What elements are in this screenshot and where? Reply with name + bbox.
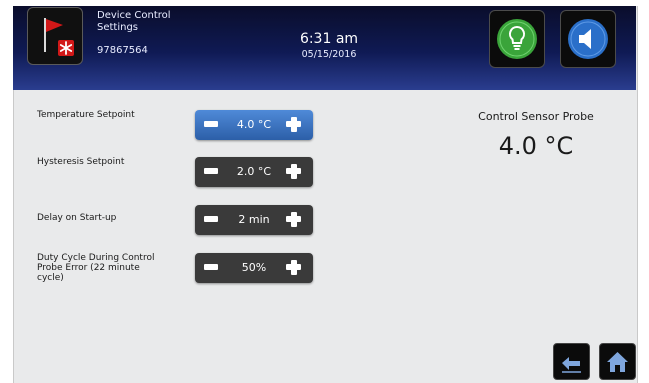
sensor-reading: 4.0 °C (498, 132, 574, 160)
increase-button-vertical[interactable] (291, 164, 297, 179)
decrease-button[interactable] (204, 121, 218, 127)
delay-on-startup-control[interactable]: 2 min (195, 205, 313, 235)
clock-date: 05/15/2016 (301, 49, 357, 60)
decrease-button[interactable] (204, 216, 218, 222)
device-id: 97867564 (97, 45, 148, 56)
light-button[interactable] (489, 10, 545, 68)
speaker-icon (568, 19, 608, 59)
delay-on-startup-value: 2 min (238, 213, 270, 226)
sensor-title: Control Sensor Probe (478, 110, 594, 123)
increase-button-vertical[interactable] (291, 117, 297, 132)
delay-on-startup-label: Delay on Start-up (37, 213, 117, 223)
home-button[interactable] (599, 343, 636, 380)
back-button[interactable] (553, 343, 590, 380)
temperature-setpoint-label: Temperature Setpoint (37, 110, 135, 120)
decrease-button[interactable] (204, 168, 218, 174)
increase-button-vertical[interactable] (291, 212, 297, 227)
home-icon (607, 352, 628, 372)
back-arrow-icon (562, 357, 581, 373)
sound-button[interactable] (560, 10, 616, 68)
duty-cycle-control[interactable]: 50% (195, 253, 313, 283)
temperature-setpoint-control[interactable]: 4.0 °C (195, 110, 313, 140)
hysteresis-setpoint-value: 2.0 °C (236, 165, 272, 178)
duty-cycle-value: 50% (241, 261, 267, 274)
flag-alarm-icon (44, 18, 74, 56)
temperature-setpoint-value: 4.0 °C (236, 118, 272, 131)
clock-time: 6:31 am (299, 31, 359, 47)
duty-cycle-label: Duty Cycle During Control Probe Error (2… (37, 253, 155, 283)
lightbulb-icon (497, 19, 537, 59)
header-title: Device Control Settings (97, 10, 171, 33)
hysteresis-setpoint-label: Hysteresis Setpoint (37, 157, 125, 167)
increase-button-vertical[interactable] (291, 260, 297, 275)
decrease-button[interactable] (204, 264, 218, 270)
hysteresis-setpoint-control[interactable]: 2.0 °C (195, 157, 313, 187)
alarm-flag-button[interactable] (27, 7, 83, 65)
